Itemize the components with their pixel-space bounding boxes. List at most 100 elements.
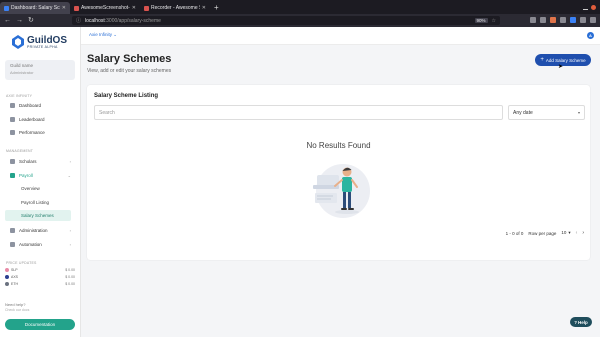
section-label-prices: PRICE UPDATES	[6, 261, 37, 265]
pocket-icon[interactable]	[530, 17, 536, 23]
guild-info-box[interactable]: Guild name Administrator	[5, 60, 75, 80]
sidebar-item-label: Dashboard	[19, 103, 42, 108]
plus-icon: +	[540, 57, 544, 63]
menu-icon[interactable]	[590, 17, 596, 23]
extension-icon[interactable]	[550, 17, 556, 23]
pagination: 1 - 0 of 0 Row per page 10 ▾ ‹ ›	[506, 230, 584, 236]
previous-page-icon[interactable]: ‹	[576, 230, 578, 236]
back-icon[interactable]: ←	[4, 17, 11, 24]
tab-label: Recorder - Awesome Sc...	[151, 5, 200, 11]
price-row-axs: AXS $ 0.00	[5, 275, 75, 279]
sidebar-item-label: Scholars	[19, 159, 37, 164]
slp-coin-icon	[5, 268, 9, 272]
coin-price: $ 0.00	[65, 268, 75, 272]
sidebar: GuildOS PRIVATE ALPHA Guild name Adminis…	[0, 27, 81, 337]
chevron-right-icon: ›	[69, 228, 71, 233]
price-row-eth: ETH $ 0.00	[5, 282, 75, 286]
sidebar-item-label: Automation	[19, 242, 42, 247]
page-info-icon[interactable]: ⓘ	[76, 17, 81, 24]
coin-price: $ 0.00	[65, 275, 75, 279]
date-filter-select[interactable]: Any date ▾	[508, 105, 585, 120]
coin-name: ETH	[11, 282, 18, 286]
logo-text: GuildOS	[27, 34, 67, 46]
date-filter-value: Any date	[513, 109, 533, 116]
chevron-right-icon: ›	[69, 242, 71, 247]
sidebar-item-payroll[interactable]: Payroll ⌄	[5, 170, 75, 181]
browser-tab-dashboard[interactable]: Dashboard: Salary Schemes ✕	[0, 2, 70, 14]
minimize-icon[interactable]	[583, 5, 588, 10]
sidebar-item-automation[interactable]: Automation ›	[5, 239, 75, 250]
guildos-logo-icon	[12, 35, 24, 49]
coin-name: AXS	[11, 275, 19, 279]
add-button-label: Add Salary Scheme	[545, 57, 586, 63]
sidebar-item-label: Administration	[19, 228, 48, 233]
rows-per-page-select[interactable]: 10 ▾	[561, 230, 570, 236]
browser-tab-recorder[interactable]: Recorder - Awesome Sc... ✕	[140, 2, 210, 14]
sidebar-subitem-overview[interactable]: Overview	[5, 183, 71, 194]
extension-icon[interactable]	[560, 17, 566, 23]
dashboard-icon	[10, 103, 15, 108]
gear-icon	[10, 228, 15, 233]
chart-icon	[10, 130, 15, 135]
guild-selector-label: Axie Infinity	[89, 32, 113, 37]
guild-selector[interactable]: Axie Infinity ⌄	[89, 32, 117, 38]
sidebar-item-leaderboard[interactable]: Leaderboard	[5, 114, 75, 125]
sidebar-item-scholars[interactable]: Scholars ›	[5, 156, 75, 167]
trophy-icon	[10, 117, 15, 122]
documentation-button[interactable]: Documentation	[5, 319, 75, 330]
chevron-down-icon: ▾	[568, 230, 571, 235]
search-input[interactable]: Search	[94, 105, 503, 120]
new-tab-icon[interactable]: +	[214, 3, 219, 12]
help-icon: ?	[574, 319, 577, 325]
empty-state-title: No Results Found	[306, 141, 371, 150]
browser-extensions	[530, 17, 596, 23]
tab-close-icon[interactable]: ✕	[62, 5, 66, 11]
tab-favicon-icon	[4, 5, 9, 11]
download-icon[interactable]	[540, 17, 546, 23]
users-icon	[10, 159, 15, 164]
guildos-logo[interactable]: GuildOS PRIVATE ALPHA	[12, 35, 67, 49]
section-label-management: MANAGEMENT	[6, 149, 34, 153]
tab-close-icon[interactable]: ✕	[202, 5, 206, 11]
tab-label: Dashboard: Salary Schemes	[11, 5, 60, 11]
chevron-right-icon: ›	[69, 159, 71, 164]
card-title: Salary Scheme Listing	[94, 93, 159, 99]
help-button-label: Help	[577, 319, 588, 325]
extension-icon[interactable]	[580, 17, 586, 23]
tab-close-icon[interactable]: ✕	[132, 5, 136, 11]
chevron-down-icon: ⌄	[67, 173, 71, 178]
forward-icon[interactable]: →	[16, 17, 23, 24]
zoom-level[interactable]: 90%	[474, 18, 488, 23]
bookmark-star-icon[interactable]: ☆	[492, 18, 496, 24]
close-window-icon[interactable]	[591, 4, 596, 10]
sidebar-subitem-payroll-listing[interactable]: Payroll Listing	[5, 197, 71, 208]
help-button[interactable]: ? Help	[570, 317, 592, 327]
url-bar[interactable]: ⓘ localhost:3000/app/salary-scheme 90% ☆	[72, 16, 500, 25]
extension-icon[interactable]	[570, 17, 576, 23]
sidebar-subitem-salary-schemes[interactable]: Salary Schemes	[5, 210, 71, 221]
tab-label: AwesomeScreenshot-10/	[81, 5, 130, 11]
automation-icon	[10, 242, 15, 247]
axs-coin-icon	[5, 275, 9, 279]
sidebar-item-label: Performance	[19, 130, 45, 135]
next-page-icon[interactable]: ›	[582, 230, 584, 236]
sidebar-item-dashboard[interactable]: Dashboard	[5, 100, 75, 111]
help-subtext: Check our docs	[5, 308, 30, 312]
chevron-down-icon: ⌄	[113, 32, 118, 37]
sidebar-item-administration[interactable]: Administration ›	[5, 225, 75, 236]
rows-per-page-value: 10	[561, 230, 567, 235]
add-salary-scheme-button[interactable]: + Add Salary Scheme	[535, 54, 591, 66]
sidebar-item-performance[interactable]: Performance	[5, 127, 75, 138]
section-label-guild: AXIE INFINITY	[6, 94, 33, 98]
empty-state-illustration	[313, 164, 370, 218]
browser-tab-screenshot[interactable]: AwesomeScreenshot-10/ ✕	[70, 2, 140, 14]
avatar[interactable]: A	[587, 32, 594, 39]
chevron-down-icon: ▾	[577, 110, 580, 115]
browser-nav-bar: ← → ↻ ⓘ localhost:3000/app/salary-scheme…	[0, 14, 600, 27]
app-page: GuildOS PRIVATE ALPHA Guild name Adminis…	[0, 27, 600, 337]
reload-icon[interactable]: ↻	[28, 17, 34, 24]
sidebar-item-label: Leaderboard	[19, 117, 45, 122]
window-controls	[583, 4, 600, 10]
salary-scheme-listing-card: Salary Scheme Listing Search Any date ▾ …	[87, 85, 590, 260]
coin-price: $ 0.00	[65, 282, 75, 286]
